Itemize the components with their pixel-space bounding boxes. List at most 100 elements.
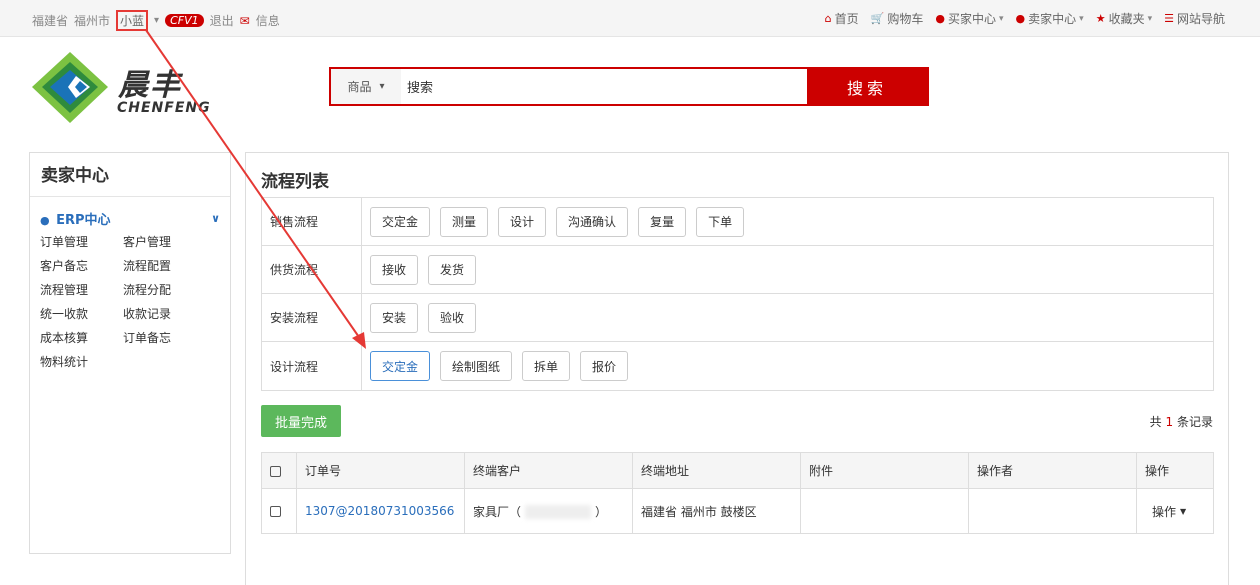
sidebar-link-material-stats[interactable]: 物料统计 [40, 353, 123, 372]
flow-step-button[interactable]: 测量 [440, 206, 489, 237]
nav-favorites[interactable]: ★ 收藏夹 ▾ [1096, 10, 1152, 27]
nav-buyer-center[interactable]: ● 买家中心 ▾ [935, 10, 1003, 27]
erp-group-header[interactable]: ● ERP中心 ∨ [40, 209, 220, 228]
action-dropdown-button[interactable]: 操作 ▼ [1145, 503, 1213, 520]
action-cell: 操作 ▼ [1136, 488, 1214, 534]
flow-row-supply: 供货流程 接收 发货 [262, 246, 1213, 294]
search-bar: 商品 ▾ 搜索 [329, 67, 929, 106]
province-text: 福建省 [32, 14, 69, 28]
table-row: 1307@20180731003566 家具厂（ ） 福建省 福州市 鼓楼区 操作… [261, 488, 1214, 534]
record-prefix: 共 [1149, 415, 1162, 429]
logo-chinese-text: 晨丰 [118, 68, 182, 103]
vip-badge: CFV1 [165, 14, 204, 27]
search-input[interactable] [401, 69, 807, 104]
flow-table: 销售流程 交定金 测量 设计 沟通确认 复量 下单 供货流程 接收 发货 安装流… [261, 197, 1214, 391]
username-link[interactable]: 小蓝 [116, 10, 149, 31]
flow-label: 设计流程 [262, 342, 362, 390]
chevron-down-icon[interactable]: ∨ [211, 212, 220, 225]
order-number-link[interactable]: 1307@20180731003566 [305, 504, 454, 518]
messages-link[interactable]: 信息 [256, 12, 280, 29]
attachment-cell [800, 488, 969, 534]
column-header: 终端地址 [632, 452, 801, 489]
batch-complete-button[interactable]: 批量完成 [261, 405, 341, 437]
sidebar-link-payment-records[interactable]: 收款记录 [123, 305, 206, 324]
sidebar-link-flow-config[interactable]: 流程配置 [123, 257, 206, 276]
flow-step-button[interactable]: 接收 [370, 254, 419, 285]
nav-seller-label: 卖家中心 [1028, 12, 1077, 26]
operator-cell [968, 488, 1137, 534]
nav-buyer-label: 买家中心 [947, 12, 996, 26]
flow-step-button-active[interactable]: 交定金 [370, 351, 431, 381]
home-icon: ⌂ [824, 12, 832, 25]
flow-label: 安装流程 [262, 294, 362, 341]
column-header: 终端客户 [464, 452, 633, 489]
flow-step-button[interactable]: 拆单 [522, 351, 571, 381]
chevron-down-icon: ▾ [1079, 13, 1084, 24]
sidebar-link-order-management[interactable]: 订单管理 [40, 233, 123, 252]
flow-step-button[interactable]: 安装 [370, 302, 419, 333]
flow-row-install: 安装流程 安装 验收 [262, 294, 1213, 342]
sidebar-link-customer-management[interactable]: 客户管理 [123, 233, 206, 252]
erp-links: 订单管理 客户管理 客户备忘 流程配置 流程管理 流程分配 统一收款 收款记录 … [40, 233, 220, 372]
record-count-number: 1 [1165, 415, 1174, 429]
chevron-down-icon: ▾ [379, 81, 385, 92]
sidebar-link-flow-management[interactable]: 流程管理 [40, 281, 123, 300]
select-all-checkbox[interactable] [270, 465, 281, 477]
sidebar-link-cost-accounting[interactable]: 成本核算 [40, 329, 123, 348]
sidebar-link-order-memo[interactable]: 订单备忘 [123, 329, 206, 348]
chevron-down-icon: ▾ [1147, 13, 1153, 24]
page-title: 流程列表 [261, 172, 329, 192]
redacted-text [525, 505, 592, 519]
flow-step-button[interactable]: 复量 [638, 206, 687, 237]
logo[interactable]: 晨丰 CHENFENG [30, 50, 230, 125]
logout-link[interactable]: 退出 [210, 12, 234, 29]
nav-cart[interactable]: 🛒 购物车 [871, 10, 924, 27]
droplet-icon: ● [40, 214, 50, 227]
flow-step-button[interactable]: 交定金 [370, 206, 431, 237]
nav-cart-label: 购物车 [887, 12, 924, 26]
chenfeng-logo-icon [32, 52, 108, 123]
flow-step-button[interactable]: 沟通确认 [556, 206, 629, 237]
flow-step-button[interactable]: 设计 [498, 206, 547, 237]
column-header: 操作 [1136, 452, 1214, 489]
main-panel: 流程列表 销售流程 交定金 测量 设计 沟通确认 复量 下单 供货流程 接收 发… [245, 152, 1229, 585]
flow-label: 供货流程 [262, 246, 362, 293]
flow-step-button[interactable]: 报价 [580, 351, 629, 381]
record-count: 共 1 条记录 [1150, 413, 1213, 430]
sidebar-title: 卖家中心 [30, 153, 230, 197]
mail-icon: ✉ [239, 13, 250, 28]
user-icon: ● [935, 12, 945, 25]
flow-step-button[interactable]: 发货 [428, 254, 477, 285]
sidebar-group-erp: ● ERP中心 ∨ 订单管理 客户管理 客户备忘 流程配置 流程管理 流程分配 … [30, 197, 230, 372]
table-header-row: 订单号 终端客户 终端地址 附件 操作者 操作 [261, 452, 1214, 489]
nav-seller-center[interactable]: ● 卖家中心 ▾ [1016, 10, 1084, 27]
customer-cell: 家具厂（ ） [464, 488, 633, 534]
sidebar-link-unified-payment[interactable]: 统一收款 [40, 305, 123, 324]
nav-favorites-label: 收藏夹 [1108, 12, 1145, 26]
nav-home-label: 首页 [834, 12, 859, 26]
column-header: 订单号 [296, 452, 465, 489]
order-number-cell: 1307@20180731003566 [296, 488, 465, 534]
sidebar-link-customer-memo[interactable]: 客户备忘 [40, 257, 123, 276]
flow-label: 销售流程 [262, 198, 362, 245]
user-info: 福建省 福州市 小蓝 ▾ CFV1 退出 ✉ 信息 [32, 10, 280, 31]
row-checkbox[interactable] [270, 506, 281, 517]
nav-home[interactable]: ⌂ 首页 [825, 10, 859, 27]
customer-suffix: ） [595, 504, 608, 519]
caret-down-icon: ▼ [1180, 506, 1187, 516]
search-category-select[interactable]: 商品 ▾ [331, 69, 401, 104]
flow-step-button[interactable]: 绘制图纸 [440, 351, 513, 381]
flow-step-button[interactable]: 下单 [696, 206, 745, 237]
cart-icon: 🛒 [870, 12, 885, 25]
search-button[interactable]: 搜索 [807, 69, 927, 104]
column-header: 附件 [800, 452, 969, 489]
nav-site-map[interactable]: ☰ 网站导航 [1164, 10, 1225, 27]
row-select-cell [261, 488, 297, 534]
flow-step-button[interactable]: 验收 [428, 302, 477, 333]
flow-row-sales: 销售流程 交定金 测量 设计 沟通确认 复量 下单 [262, 198, 1213, 246]
customer-name: 家具厂（ [473, 504, 522, 519]
action-label: 操作 [1152, 504, 1177, 519]
sidebar-link-flow-assign[interactable]: 流程分配 [123, 281, 206, 300]
chevron-down-icon[interactable]: ▾ [154, 15, 159, 26]
search-category-label: 商品 [347, 80, 372, 94]
